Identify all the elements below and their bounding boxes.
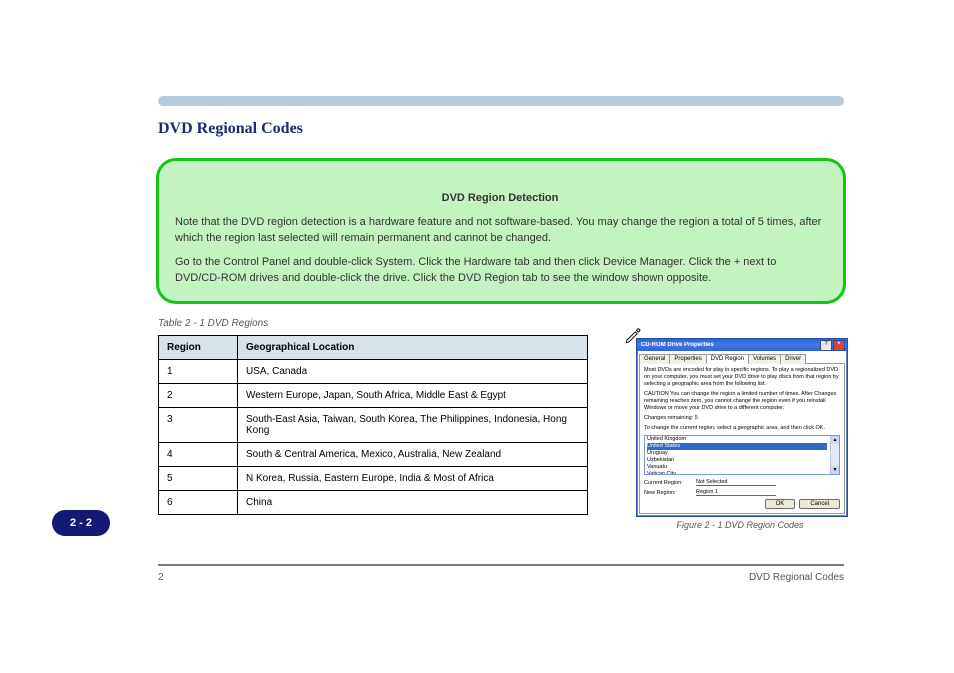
footer-right: DVD Regional Codes [749,572,844,583]
figure-caption: Figure 2 - 1 DVD Region Codes [640,520,840,530]
cell-region: 2 [159,384,238,408]
dvd-region-table: Region Geographical Location 1USA, Canad… [158,335,588,515]
table-row: 2Western Europe, Japan, South Africa, Mi… [159,384,588,408]
note-line-2: Go to the Control Panel and double-click… [175,254,825,286]
tab-properties[interactable]: Properties [669,354,706,364]
section-title: DVD Regional Codes [158,120,303,138]
dialog-changes-remaining: Changes remaining: 5 [644,415,840,422]
dialog-titlebar: CD-ROM Drive Properties ? × [637,339,847,351]
col-location: Geographical Location [238,336,588,360]
cell-location: USA, Canada [238,360,588,384]
dialog-title: CD-ROM Drive Properties [639,342,714,348]
table-row: 3South-East Asia, Taiwan, South Korea, T… [159,408,588,443]
table-row: 4South & Central America, Mexico, Austra… [159,443,588,467]
note-content: DVD Region Detection Note that the DVD r… [175,190,825,286]
table-caption: Table 2 - 1 DVD Regions [158,318,268,329]
properties-dialog: CD-ROM Drive Properties ? × General Prop… [636,338,848,517]
footer-rule [158,564,844,566]
dialog-tabpage: Most DVDs are encoded for play in specif… [639,364,845,514]
scroll-down-icon[interactable]: ▼ [831,466,839,474]
scroll-up-icon[interactable]: ▲ [831,436,839,444]
dialog-intro-text: Most DVDs are encoded for play in specif… [644,367,840,388]
list-item[interactable]: Uzbekistan [647,457,839,464]
new-region-label: New Region: [644,490,692,496]
current-region-value: Not Selected [696,479,776,486]
tab-driver[interactable]: Driver [780,354,806,364]
cell-region: 5 [159,467,238,491]
new-region-value: Region 1 [696,489,776,496]
current-region-label: Current Region: [644,480,692,486]
list-item-selected[interactable]: United States [647,443,827,450]
tab-volumes[interactable]: Volumes [748,354,781,364]
cell-region: 3 [159,408,238,443]
header-rule [158,96,844,106]
table-header-row: Region Geographical Location [159,336,588,360]
new-region-row: New Region: Region 1 [644,489,840,496]
cell-location: Western Europe, Japan, South Africa, Mid… [238,384,588,408]
cell-location: N Korea, Russia, Eastern Europe, India &… [238,467,588,491]
cell-region: 6 [159,491,238,515]
cell-location: South & Central America, Mexico, Austral… [238,443,588,467]
dialog-tabs: General Properties DVD Region Volumes Dr… [639,353,845,364]
cell-region: 1 [159,360,238,384]
tab-dvd-region[interactable]: DVD Region [706,354,749,364]
table-row: 1USA, Canada [159,360,588,384]
cell-region: 4 [159,443,238,467]
list-item[interactable]: Uruguay [647,450,839,457]
close-button[interactable]: × [833,340,845,351]
footer: 2 DVD Regional Codes [158,572,844,583]
footer-left: 2 [158,572,164,583]
cancel-button[interactable]: Cancel [799,499,840,509]
dialog-caution-text: CAUTION You can change the region a limi… [644,391,840,412]
list-item[interactable]: Vatican City [647,471,839,475]
cell-location: China [238,491,588,515]
table-row: 6China [159,491,588,515]
listbox-scrollbar[interactable]: ▲ ▼ [830,436,839,474]
list-item[interactable]: Vanuatu [647,464,839,471]
note-heading: DVD Region Detection [175,190,825,206]
current-region-row: Current Region: Not Selected [644,479,840,486]
table-row: 5N Korea, Russia, Eastern Europe, India … [159,467,588,491]
list-item[interactable]: United Kingdom [647,436,839,443]
page-number-badge: 2 - 2 [52,510,110,536]
note-line-1: Note that the DVD region detection is a … [175,214,825,246]
tab-general[interactable]: General [639,354,670,364]
cell-location: South-East Asia, Taiwan, South Korea, Th… [238,408,588,443]
col-region: Region [159,336,238,360]
ok-button[interactable]: OK [765,499,796,509]
region-listbox[interactable]: United Kingdom United States Uruguay Uzb… [644,435,840,475]
dialog-instruct-text: To change the current region, select a g… [644,425,840,432]
help-button[interactable]: ? [820,340,832,351]
